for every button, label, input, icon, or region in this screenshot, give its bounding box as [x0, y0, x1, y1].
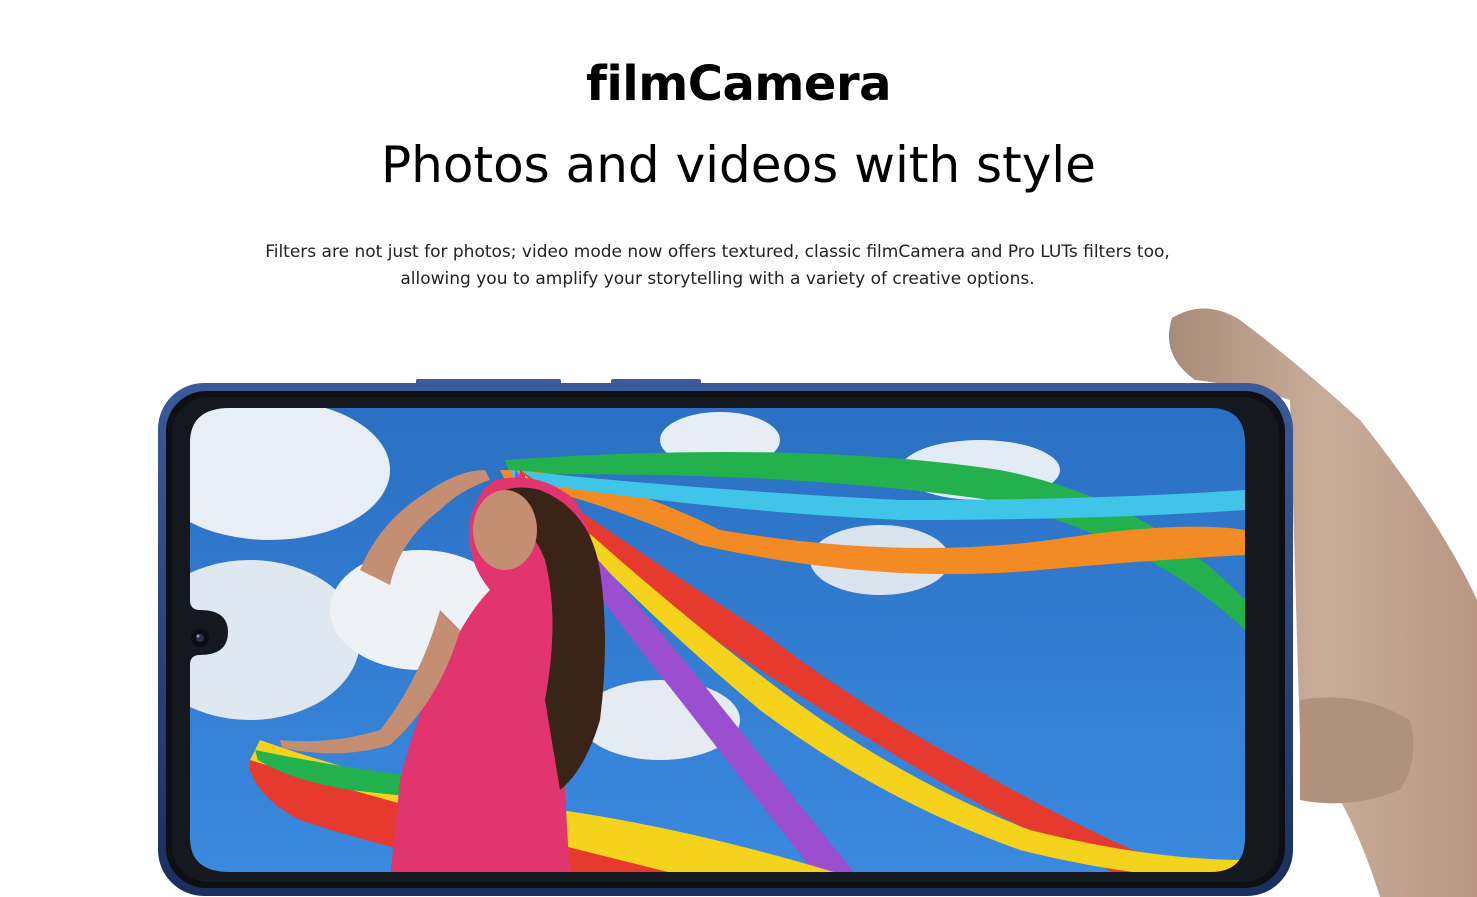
section-subtitle: Photos and videos with style: [381, 136, 1096, 194]
front-camera-icon: [191, 629, 209, 647]
hero-image: [158, 308, 1477, 897]
section-description: Filters are not just for photos; video m…: [265, 242, 1170, 289]
product-feature-section: filmCamera Photos and videos with style …: [0, 0, 1477, 897]
ribbon-photo: [190, 408, 1245, 872]
section-title: filmCamera: [585, 56, 892, 112]
